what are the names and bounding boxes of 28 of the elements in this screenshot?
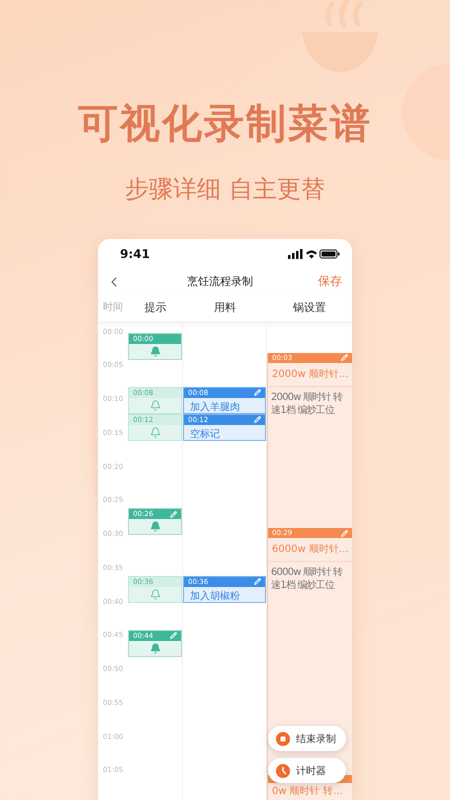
ingredient-name: 加入羊腿肉 xyxy=(189,400,241,414)
pencil-icon[interactable] xyxy=(254,578,261,585)
ingredient-name: 空标记 xyxy=(189,428,221,442)
clock-icon xyxy=(276,764,290,778)
status-time: 9:41 xyxy=(120,247,150,262)
ingredient-name: 加入胡椒粉 xyxy=(189,590,241,604)
pencil-icon[interactable] xyxy=(254,389,261,396)
pencil-icon[interactable] xyxy=(170,510,177,518)
column-header: 用料 xyxy=(213,300,237,315)
pot-setting-detail: 2000w 顺时针 转速1档 编炒工位 xyxy=(270,390,344,418)
pencil-icon[interactable] xyxy=(254,416,261,423)
column-header: 提示 xyxy=(144,300,168,315)
save-button[interactable]: 保存 xyxy=(318,273,342,290)
column-header: 时间 xyxy=(102,300,124,314)
column-header: 锅设置 xyxy=(292,300,327,315)
status-icons xyxy=(288,249,340,260)
subheadline: 步骤详细 自主更替 xyxy=(125,174,325,205)
pencil-icon[interactable] xyxy=(170,632,177,639)
headline: 可视化录制菜谱 xyxy=(78,100,372,149)
timer-button[interactable]: 计时器 xyxy=(268,758,346,783)
stop-icon xyxy=(276,732,290,746)
stop-recording-button[interactable]: 结束录制 xyxy=(268,726,346,751)
pencil-icon[interactable] xyxy=(341,354,348,362)
pencil-icon[interactable] xyxy=(341,530,348,537)
screen-title: 烹饪流程录制 xyxy=(187,274,253,290)
pot-setting-detail: 6000w 顺时针 转速1档 编炒工位 xyxy=(270,566,344,594)
pot-setting-title: 6000w 顺时针… xyxy=(268,538,352,562)
pot-setting-title: 2000w 顺时针… xyxy=(268,362,352,387)
